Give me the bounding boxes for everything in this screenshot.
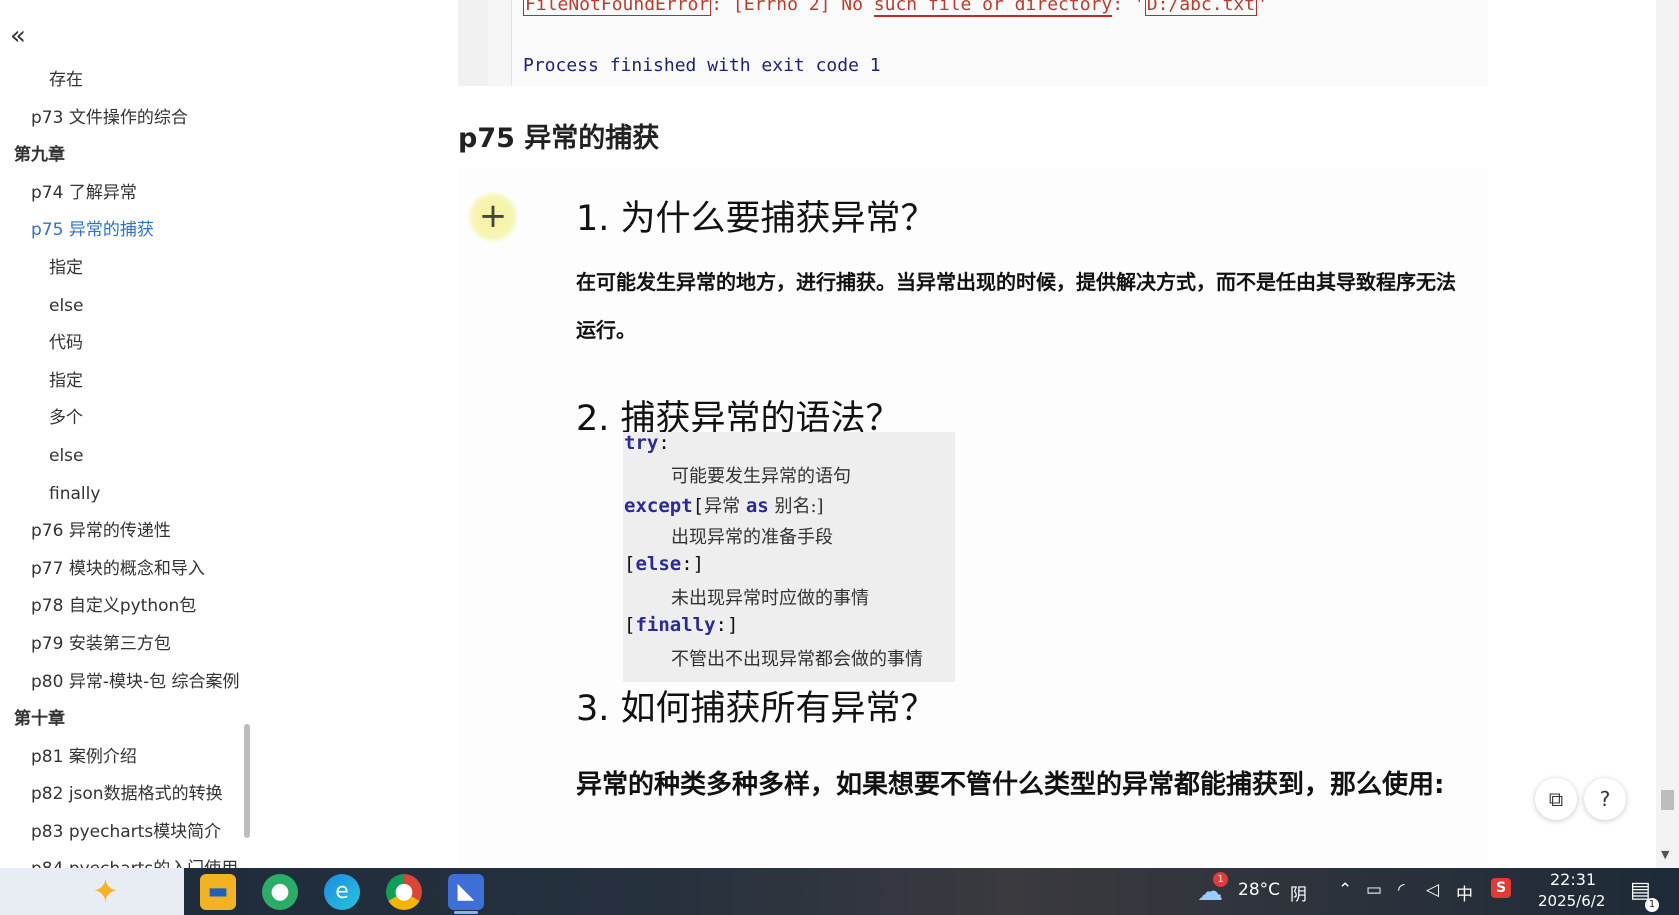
copilot-area: ✦	[0, 868, 184, 915]
taskbar: ✦ ▬ ● e ● ◣ ☁ 1 28°C 阴 ⌃ ▭ ◜ ◁ 中 S 22:31…	[0, 868, 1679, 915]
toc-item[interactable]: p82 json数据格式的转换	[0, 776, 258, 814]
code-text: 异常	[704, 496, 746, 517]
sparkle-icon[interactable]: ✦	[92, 870, 119, 912]
console-output: FileNotFoundError: [Errno 2] No such fil…	[458, 0, 1488, 86]
toc-item[interactable]: p73 文件操作的综合	[0, 100, 258, 138]
error-line: FileNotFoundError: [Errno 2] No such fil…	[523, 0, 1268, 17]
scrollbar-thumb[interactable]	[1661, 790, 1674, 810]
active-app-indicator	[454, 911, 478, 914]
toc-item[interactable]: 多个	[0, 400, 258, 438]
except-keyword: except	[624, 495, 693, 517]
toc-item[interactable]: p74 了解异常	[0, 175, 258, 213]
finally-keyword: finally	[635, 614, 716, 636]
collapse-sidebar-icon[interactable]: «	[10, 22, 26, 50]
toc-item[interactable]: else	[0, 438, 258, 476]
clock-date[interactable]: 2025/6/2	[1538, 892, 1605, 915]
toc-item[interactable]: finally	[0, 476, 258, 514]
toc-chapter[interactable]: 第十章	[0, 701, 258, 739]
notification-badge: 1	[1645, 898, 1659, 912]
question-3-heading: 3. 如何捕获所有异常？	[576, 689, 936, 729]
else-keyword: else	[635, 553, 682, 575]
as-keyword: as	[745, 495, 769, 517]
code-line-3: 未出现异常时应做的事情	[671, 588, 869, 609]
toc-item[interactable]: 存在	[0, 62, 258, 100]
code-line-1: 可能要发生异常的语句	[671, 466, 851, 487]
weather-description[interactable]: 阴	[1290, 880, 1307, 905]
console-gutter	[458, 0, 489, 86]
code-punct: [	[624, 614, 636, 636]
error-message: such file or directory	[873, 0, 1113, 17]
process-exit-line: Process finished with exit code 1	[523, 55, 881, 76]
error-type: FileNotFoundError	[523, 0, 712, 16]
weather-badge: 1	[1213, 872, 1228, 887]
code-line-2: 出现异常的准备手段	[671, 527, 833, 548]
toc-item[interactable]: p78 自定义python包	[0, 588, 258, 626]
chevron-up-icon[interactable]: ⌃	[1338, 880, 1352, 900]
wechat-icon[interactable]: ●	[262, 874, 298, 910]
wifi-icon[interactable]: ◜	[1398, 880, 1405, 900]
toc-item[interactable]: p79 安装第三方包	[0, 626, 258, 664]
code-punct: :]	[715, 614, 739, 636]
question-1-heading: 1. 为什么要捕获异常？	[576, 199, 936, 239]
toc-item[interactable]: p83 pyecharts模块简介	[0, 814, 258, 852]
error-colon: : '	[1112, 0, 1145, 15]
toc-chapter[interactable]: 第九章	[0, 137, 258, 175]
syntax-code-block: try: 可能要发生异常的语句 except[异常 as 别名:] 出现异常的准…	[623, 432, 955, 682]
toc-item[interactable]: 指定	[0, 250, 258, 288]
main-content: FileNotFoundError: [Errno 2] No such fil…	[458, 0, 1653, 868]
toc-item[interactable]: 代码	[0, 325, 258, 363]
try-keyword: try	[624, 432, 659, 454]
chrome-icon[interactable]: ●	[386, 874, 422, 910]
sidebar: « 存在 p73 文件操作的综合 第九章 p74 了解异常 p75 异常的捕获 指定 els…	[0, 0, 258, 868]
code-punct: :	[658, 432, 670, 454]
code-line-else: [else:]	[624, 553, 704, 575]
section-title: p75 异常的捕获	[458, 123, 660, 154]
toc-item[interactable]: p84 pyecharts的入门使用	[0, 851, 258, 868]
toc-item[interactable]: p81 案例介绍	[0, 739, 258, 777]
page-scrollbar[interactable]: ▼	[1656, 0, 1679, 868]
battery-icon[interactable]: ▭	[1366, 880, 1382, 900]
toc-item[interactable]: p75 异常的捕获	[0, 212, 258, 250]
table-of-contents: 存在 p73 文件操作的综合 第九章 p74 了解异常 p75 异常的捕获 指定 else 代…	[0, 62, 258, 868]
answer-1-text: 在可能发生异常的地方，进行捕获。当异常出现的时候，提供解决方式，而不是任由其导致…	[576, 270, 1456, 342]
code-text: 别名:]	[768, 496, 824, 517]
sogou-icon[interactable]: S	[1491, 878, 1511, 898]
add-icon[interactable]: +	[467, 191, 519, 243]
weather-temperature[interactable]: 28°C	[1238, 880, 1280, 900]
code-line-4: 不管出不出现异常都会做的事情	[671, 649, 923, 670]
scroll-down-icon[interactable]: ▼	[1661, 848, 1669, 861]
file-explorer-icon[interactable]: ▬	[200, 874, 236, 910]
toc-item[interactable]: p77 模块的概念和导入	[0, 551, 258, 589]
toc-item[interactable]: p80 异常-模块-包 综合案例	[0, 664, 258, 702]
document-icon[interactable]: ⧉	[1535, 778, 1577, 820]
sidebar-scrollbar[interactable]	[244, 724, 250, 838]
edge-icon[interactable]: e	[324, 874, 360, 910]
code-line-finally: [finally:]	[624, 614, 738, 636]
console-gutter-inner	[488, 0, 512, 86]
ime-indicator[interactable]: 中	[1456, 880, 1473, 905]
code-line-except: except[异常 as 别名:]	[624, 492, 824, 518]
code-punct: [	[692, 495, 705, 517]
code-punct: :]	[681, 553, 705, 575]
error-quote: '	[1257, 0, 1268, 15]
error-path: D:/abc.txt	[1144, 0, 1258, 16]
app-icon[interactable]: ◣	[448, 874, 484, 910]
help-icon[interactable]: ?	[1584, 778, 1626, 820]
clock-time[interactable]: 22:31	[1550, 870, 1596, 889]
code-line-try: try:	[624, 432, 670, 454]
toc-item[interactable]: p76 异常的传递性	[0, 513, 258, 551]
volume-icon[interactable]: ◁	[1426, 880, 1439, 900]
toc-item[interactable]: 指定	[0, 363, 258, 401]
error-text: : [Errno 2] No	[711, 0, 874, 15]
toc-item[interactable]: else	[0, 288, 258, 326]
answer-3-text: 异常的种类多种多样，如果想要不管什么类型的异常都能捕获到，那么使用:	[576, 770, 1445, 800]
code-punct: [	[624, 553, 636, 575]
